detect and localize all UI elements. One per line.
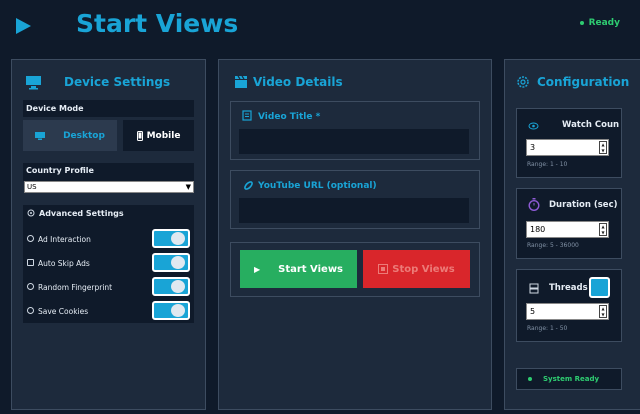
threads-label: Threads [549, 283, 588, 293]
mobile-mode-button[interactable]: Mobile [123, 120, 194, 151]
configuration-title: Configuration [537, 75, 630, 89]
auto-skip-ads-label: Auto Skip Ads [38, 259, 90, 268]
status-indicator: Ready [579, 18, 620, 28]
toggle-knob [171, 280, 185, 293]
toggle-knob [171, 256, 185, 269]
video-title-input[interactable] [239, 129, 469, 154]
watch-count-input[interactable]: 3 ▲ ▼ [526, 139, 609, 156]
desktop-label: Desktop [63, 130, 105, 141]
stop-views-button[interactable]: Stop Views [363, 250, 470, 288]
stop-views-label: Stop Views [392, 263, 455, 275]
duration-value: 180 [530, 225, 546, 234]
eye-icon [528, 122, 539, 130]
auto-skip-ads-toggle[interactable] [152, 253, 190, 272]
spinner-icon[interactable]: ▲ ▼ [599, 141, 607, 154]
status-text: Ready [588, 18, 620, 28]
auto-skip-ads-icon [27, 259, 34, 266]
toggle-knob [171, 232, 185, 245]
server-icon [529, 283, 539, 294]
youtube-url-label: YouTube URL (optional) [258, 181, 377, 191]
play-icon [16, 18, 31, 34]
country-profile-label: Country Profile [26, 166, 94, 175]
duration-input[interactable]: 180 ▲ ▼ [526, 221, 609, 238]
mobile-phone-icon [136, 130, 143, 141]
gear-icon [27, 209, 35, 217]
save-cookies-toggle[interactable] [152, 301, 190, 320]
ad-interaction-label: Ad Interaction [38, 235, 91, 244]
threads-color-swatch[interactable] [589, 277, 610, 298]
video-details-title: Video Details [253, 75, 343, 89]
advanced-settings-label: Advanced Settings [39, 209, 124, 218]
random-fingerprint-icon [27, 283, 34, 290]
save-cookies-icon [27, 307, 34, 314]
device-mode-label: Device Mode [26, 104, 84, 113]
monitor-icon [26, 76, 41, 90]
status-dot-icon [579, 20, 584, 25]
country-profile-value: US [27, 183, 37, 191]
system-status-text: System Ready [543, 375, 600, 383]
app-title: Start Views [76, 9, 239, 38]
device-settings-title: Device Settings [64, 75, 171, 89]
gear-icon [517, 76, 529, 88]
start-views-button[interactable]: ▶ Start Views [240, 250, 357, 288]
random-fingerprint-toggle[interactable] [152, 277, 190, 296]
watch-count-label: Watch Coun [562, 120, 620, 130]
threads-value: 5 [530, 307, 536, 316]
ad-interaction-icon [27, 235, 34, 242]
video-title-label: Video Title * [258, 112, 321, 122]
random-fingerprint-label: Random Fingerprint [38, 283, 113, 292]
save-cookies-label: Save Cookies [38, 307, 89, 316]
spinner-icon[interactable]: ▲ ▼ [599, 223, 607, 236]
ad-interaction-toggle[interactable] [152, 229, 190, 248]
stop-icon [378, 264, 389, 274]
stopwatch-icon [528, 198, 540, 211]
app-header: Start Views Ready [0, 0, 640, 54]
watch-count-value: 3 [530, 143, 536, 152]
toggle-knob [171, 304, 185, 317]
threads-range: Range: 1 - 50 [527, 325, 568, 332]
mobile-label: Mobile [146, 130, 181, 141]
play-small-icon: ▶ [253, 264, 261, 274]
edit-icon [242, 110, 252, 121]
duration-label: Duration (sec) [549, 200, 618, 210]
status-dot-icon [528, 377, 532, 381]
monitor-small-icon [35, 131, 46, 140]
chevron-down-icon: ▼ [185, 183, 191, 191]
spinner-icon[interactable]: ▲ ▼ [599, 305, 607, 318]
duration-range: Range: 5 - 36000 [527, 242, 579, 249]
youtube-url-input[interactable] [239, 198, 469, 223]
clapperboard-icon [235, 75, 247, 88]
link-icon [244, 181, 253, 190]
country-profile-select[interactable]: US ▼ [24, 181, 194, 193]
watch-count-range: Range: 1 - 10 [527, 161, 568, 168]
start-views-label: Start Views [278, 263, 344, 275]
desktop-mode-button[interactable]: Desktop [23, 120, 117, 151]
threads-input[interactable]: 5 ▲ ▼ [526, 303, 609, 320]
